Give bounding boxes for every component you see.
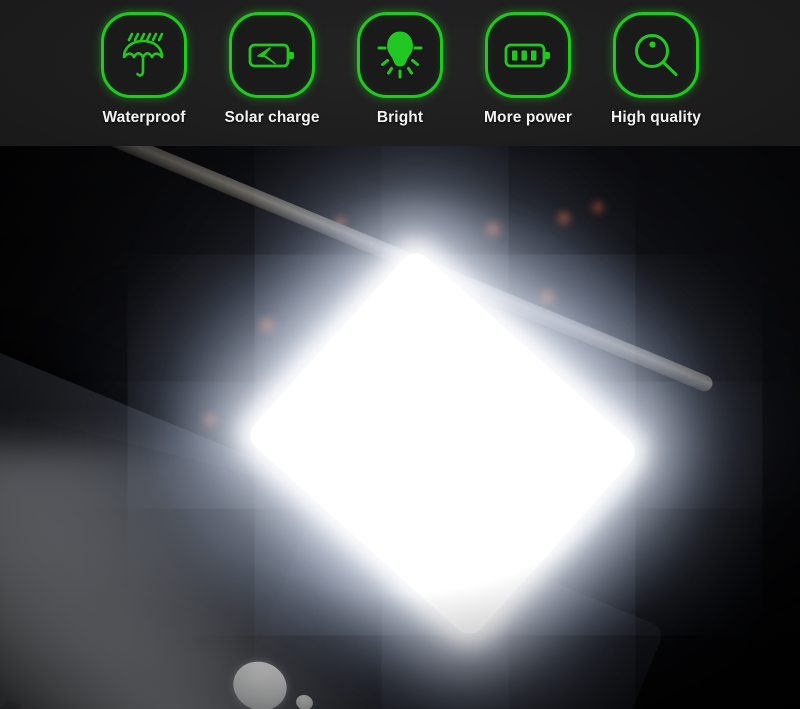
lens-flare-dot (480, 218, 506, 240)
feature-item-waterproof[interactable]: Waterproof (80, 12, 208, 127)
light-bulb-rays-icon (371, 26, 429, 84)
feature-label-solar-charge: Solar charge (224, 109, 320, 126)
lens-flare-dot (553, 208, 575, 228)
product-photo (0, 146, 800, 709)
feature-icon-box-solar-charge (229, 12, 315, 98)
feature-label-bright: Bright (376, 109, 424, 126)
battery-three-bars-icon (499, 26, 557, 84)
lens-flare-dot (254, 314, 280, 336)
lens-flare-dot (198, 410, 222, 430)
umbrella-rain-icon (116, 27, 172, 83)
magnifier-inspect-icon (628, 27, 684, 83)
feature-highlights-strip: Waterproof Solar charge Bright More powe… (0, 0, 800, 146)
feature-label-high-quality: High quality (611, 109, 701, 126)
lens-flare-dot (588, 198, 608, 216)
battery-lightning-icon (243, 26, 301, 84)
feature-icon-box-waterproof (101, 12, 187, 98)
product-photo-canvas (0, 146, 800, 709)
feature-icon-box-bright (357, 12, 443, 98)
feature-item-more-power[interactable]: More power (464, 12, 592, 127)
feature-item-high-quality[interactable]: High quality (592, 12, 720, 127)
feature-label-more-power: More power (484, 109, 572, 126)
feature-item-bright[interactable]: Bright (336, 12, 464, 127)
feature-icon-box-more-power (485, 12, 571, 98)
feature-item-solar-charge[interactable]: Solar charge (208, 12, 336, 127)
lens-flare-dot (535, 286, 559, 308)
feature-icon-box-high-quality (613, 12, 699, 98)
feature-label-waterproof: Waterproof (102, 109, 186, 126)
